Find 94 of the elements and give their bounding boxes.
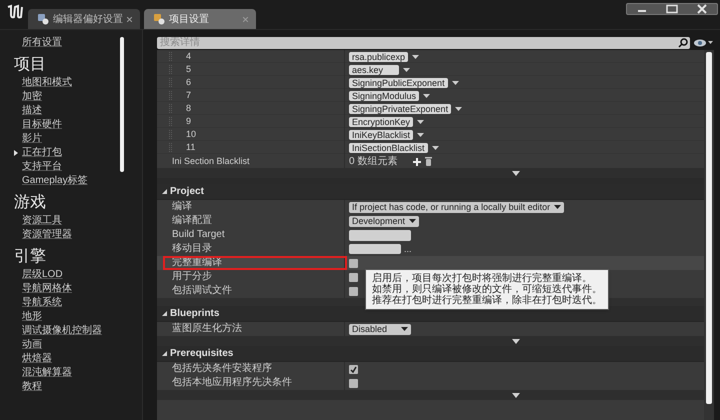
tooltip-text: 如禁用，则只编译被修改的文件，可缩短迭代事件。 bbox=[372, 284, 602, 295]
browse-button[interactable]: ... bbox=[404, 244, 412, 254]
array-value-field[interactable]: SigningPrivateExponent bbox=[349, 104, 452, 114]
close-icon[interactable] bbox=[127, 16, 132, 22]
sidebar-item[interactable]: 层级LOD bbox=[22, 268, 63, 282]
sidebar-item[interactable]: 导航系统 bbox=[22, 296, 62, 310]
array-index: 5 bbox=[186, 63, 192, 76]
dropdown[interactable]: If project has code, or running a locally built editor bbox=[349, 202, 564, 212]
sidebar-item[interactable]: 资源工具 bbox=[22, 214, 62, 228]
array-index: 8 bbox=[186, 102, 192, 115]
eye-icon[interactable] bbox=[694, 38, 714, 48]
array-index: 6 bbox=[186, 76, 192, 89]
checkbox[interactable] bbox=[349, 364, 358, 374]
scrollbar-thumb[interactable] bbox=[120, 37, 124, 172]
checkbox[interactable] bbox=[349, 286, 358, 296]
expand-arrow-icon[interactable] bbox=[512, 338, 520, 344]
array-index: 9 bbox=[186, 115, 192, 128]
expand-arrow-icon[interactable] bbox=[512, 170, 520, 176]
sidebar-item[interactable]: 加密 bbox=[22, 90, 42, 104]
trash-icon[interactable] bbox=[425, 157, 432, 166]
array-value-field[interactable]: IniSectionBlacklist bbox=[349, 142, 428, 153]
sidebar-item[interactable]: 资源管理器 bbox=[22, 228, 72, 242]
logo-icon bbox=[6, 4, 24, 20]
expand-arrow-icon[interactable] bbox=[14, 150, 18, 156]
property-label: 包括先决条件安装程序 bbox=[172, 363, 272, 375]
sidebar-item[interactable]: 支持平台 bbox=[22, 160, 62, 174]
expand-arrow-icon[interactable] bbox=[512, 392, 520, 398]
sidebar-item[interactable]: 导航网格体 bbox=[22, 282, 72, 296]
property-label: 移动目录 bbox=[172, 243, 212, 255]
array-index: 7 bbox=[186, 89, 192, 102]
array-value-field[interactable]: SigningPublicExponent bbox=[349, 78, 448, 88]
property-label: 蓝图原生化方法 bbox=[172, 323, 242, 335]
checkbox[interactable] bbox=[349, 378, 358, 388]
path-field[interactable] bbox=[349, 244, 401, 254]
add-icon[interactable] bbox=[413, 158, 421, 166]
property-label: Build Target bbox=[172, 229, 225, 241]
dropdown-arrow-icon[interactable] bbox=[417, 120, 424, 124]
tooltip-text: 推荐在打包时进行完整重编译，除非在打包时迭代。 bbox=[372, 295, 602, 306]
dropdown-arrow-icon[interactable] bbox=[417, 132, 424, 137]
sidebar-item[interactable]: 描述 bbox=[22, 104, 42, 118]
dropdown-arrow-icon bbox=[554, 205, 562, 209]
array-value-field[interactable]: SigningModulus bbox=[349, 90, 420, 101]
checkbox[interactable] bbox=[349, 272, 358, 282]
array-index: 11 bbox=[186, 141, 196, 154]
property-label: 编译 bbox=[172, 201, 192, 213]
sidebar-item[interactable]: 教程 bbox=[22, 380, 42, 394]
section-heading: 引擎 bbox=[14, 247, 46, 267]
sidebar-item[interactable]: 地形 bbox=[22, 310, 42, 324]
array-value-field[interactable]: EncryptionKey bbox=[349, 116, 414, 127]
collapse-arrow-icon[interactable] bbox=[162, 311, 167, 316]
property-label: 编译配置 bbox=[172, 215, 212, 227]
sidebar-item[interactable]: 影片 bbox=[22, 132, 42, 146]
array-value-field[interactable]: IniKeyBlacklist bbox=[349, 130, 414, 140]
dropdown-arrow-icon[interactable] bbox=[412, 54, 420, 59]
dropdown-arrow-icon[interactable] bbox=[423, 94, 430, 98]
checkbox[interactable] bbox=[349, 258, 358, 268]
sidebar-item[interactable]: 动画 bbox=[22, 338, 42, 352]
collapse-arrow-icon[interactable] bbox=[162, 351, 167, 356]
array-value-field[interactable]: rsa.publicexp bbox=[349, 52, 408, 62]
sidebar-item[interactable]: 正在打包 bbox=[22, 146, 62, 160]
dropdown-arrow-icon[interactable] bbox=[432, 146, 439, 150]
dropdown-arrow-icon bbox=[401, 327, 408, 331]
dropdown-arrow-icon[interactable] bbox=[452, 80, 459, 85]
tooltip-text: 启用后，项目每次打包时将强制进行完整重编译。 bbox=[372, 273, 593, 284]
search-icon[interactable] bbox=[678, 38, 688, 48]
array-index: 4 bbox=[186, 50, 192, 63]
property-label: 包括本地应用程序先决条件 bbox=[172, 377, 292, 389]
sidebar-item[interactable]: 目标硬件 bbox=[22, 118, 62, 132]
dropdown-arrow-icon[interactable] bbox=[403, 68, 410, 72]
array-count: 0 数组元素 bbox=[349, 154, 398, 169]
collapse-arrow-icon[interactable] bbox=[162, 189, 167, 194]
sidebar-item[interactable]: 地图和模式 bbox=[22, 76, 72, 90]
category-heading[interactable]: Project bbox=[170, 184, 204, 199]
sidebar-item[interactable]: Gameplay标签 bbox=[22, 174, 88, 188]
array-index: 10 bbox=[186, 128, 196, 141]
dropdown[interactable]: Disabled bbox=[349, 324, 411, 334]
section-heading: 项目 bbox=[14, 55, 46, 75]
tab[interactable]: 编辑器偏好设置 bbox=[28, 9, 140, 29]
category-heading[interactable]: Blueprints bbox=[170, 306, 220, 321]
tab[interactable]: 项目设置 bbox=[144, 9, 256, 29]
dropdown-arrow-icon bbox=[409, 219, 416, 223]
property-label: 包括调试文件 bbox=[172, 285, 232, 297]
category-heading[interactable]: Prerequisites bbox=[170, 346, 234, 361]
section-heading: 游戏 bbox=[14, 192, 46, 213]
sidebar-item[interactable]: 混沌解算器 bbox=[22, 366, 72, 380]
sidebar-item[interactable]: 调试摄像机控制器 bbox=[22, 324, 102, 338]
dropdown[interactable]: Development bbox=[349, 216, 420, 226]
array-value-field[interactable]: aes.key bbox=[349, 64, 399, 75]
dropdown-arrow-icon[interactable] bbox=[455, 106, 462, 111]
text-field[interactable] bbox=[349, 230, 411, 240]
property-label: 用于分步 bbox=[172, 271, 212, 283]
sidebar-item[interactable]: 所有设置 bbox=[14, 36, 62, 50]
scrollbar-thumb[interactable] bbox=[706, 52, 712, 404]
sidebar-item[interactable]: 烘焙器 bbox=[22, 352, 52, 366]
